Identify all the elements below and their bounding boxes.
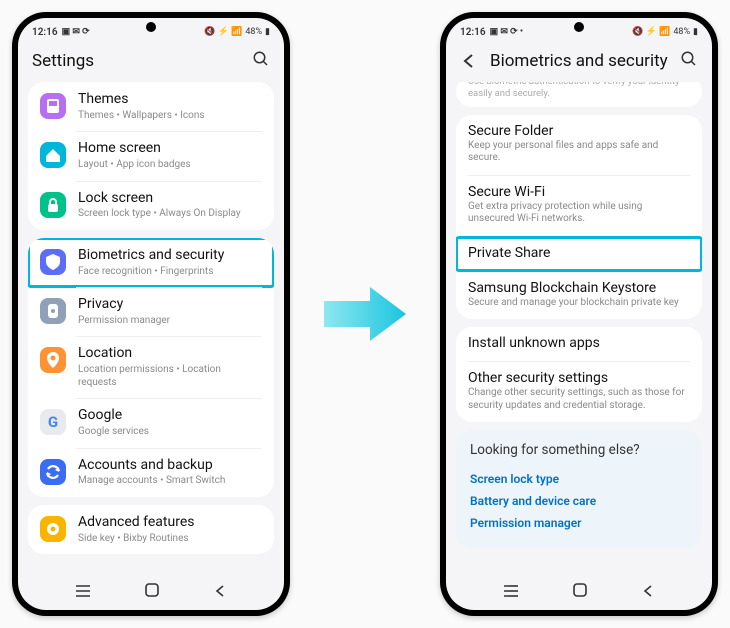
svg-text:G: G	[48, 413, 58, 431]
row-title: Biometrics and security	[78, 247, 262, 264]
header: Biometrics and security	[446, 44, 712, 82]
status-battery: 48%	[245, 27, 262, 37]
settings-row-lock-screen[interactable]: Lock screenScreen lock type • Always On …	[28, 181, 274, 230]
partial-desc: Use biometric authentication to verify y…	[456, 82, 702, 107]
google-icon: G	[40, 409, 66, 435]
row-sub: Side key • Bixby Routines	[78, 533, 262, 546]
page-title: Biometrics and security	[490, 51, 668, 71]
row-title: Advanced features	[78, 514, 262, 531]
status-icons-left: ▣ ✉ ⟳	[62, 27, 90, 37]
sync-icon	[40, 459, 66, 485]
row-title: Google	[78, 407, 262, 424]
screen-biometrics: 12:16 ▣ ✉ ⟳ • 🔇 ⚡ 📶 48% ▮ Biometrics and…	[446, 18, 712, 610]
security-row-other-security-settings[interactable]: Other security settingsChange other secu…	[456, 362, 702, 422]
looking-for-card: Looking for something else? Screen lock …	[456, 430, 702, 548]
settings-row-google[interactable]: G Google Google services	[28, 398, 274, 447]
gear-icon	[40, 516, 66, 542]
row-title: Accounts and backup	[78, 457, 262, 474]
back-icon[interactable]	[460, 52, 478, 70]
settings-row-location[interactable]: Location Location permissions • Location …	[28, 336, 274, 398]
phone-right: 12:16 ▣ ✉ ⟳ • 🔇 ⚡ 📶 48% ▮ Biometrics and…	[440, 12, 718, 616]
row-sub: Change other security settings, such as …	[456, 386, 702, 422]
nav-home[interactable]	[144, 582, 160, 602]
row-sub: Secure and manage your blockchain privat…	[456, 296, 702, 320]
status-icons-right: 🔇 ⚡ 📶	[204, 27, 242, 37]
row-sub: Screen lock type • Always On Display	[78, 208, 262, 221]
looking-link-screen-lock-type[interactable]: Screen lock type	[470, 468, 688, 490]
row-title: Secure Wi-Fi	[456, 176, 702, 200]
security-list[interactable]: Use biometric authentication to verify y…	[446, 82, 712, 576]
row-sub: Manage accounts • Smart Switch	[78, 475, 262, 488]
transition-arrow	[320, 279, 410, 349]
looking-link-permission-manager[interactable]: Permission manager	[470, 512, 688, 534]
status-time: 12:16	[460, 27, 486, 38]
settings-row-biometrics-and-security[interactable]: Biometrics and security Face recognition …	[28, 238, 274, 287]
security-row-install-unknown-apps[interactable]: Install unknown apps	[456, 327, 702, 361]
row-sub: Permission manager	[78, 315, 262, 328]
security-row-secure-wi-fi[interactable]: Secure Wi-FiGet extra privacy protection…	[456, 176, 702, 236]
status-icons-left: ▣ ✉ ⟳ •	[490, 27, 524, 37]
nav-back[interactable]	[213, 583, 227, 602]
nav-recents[interactable]	[75, 583, 91, 602]
row-title: Home screen	[78, 140, 262, 157]
settings-row-advanced-features[interactable]: Advanced features Side key • Bixby Routin…	[28, 505, 274, 554]
front-camera	[146, 22, 156, 32]
row-sub: Themes • Wallpapers • Icons	[78, 110, 262, 123]
shield-icon	[40, 249, 66, 275]
card-partial: Use biometric authentication to verify y…	[456, 82, 702, 107]
row-title: Privacy	[78, 296, 262, 313]
header: Settings	[18, 44, 284, 82]
row-title: Location	[78, 345, 262, 362]
phone-left: 12:16 ▣ ✉ ⟳ 🔇 ⚡ 📶 48% ▮ Settings ThemesT…	[12, 12, 290, 616]
search-icon[interactable]	[680, 50, 698, 72]
status-time: 12:16	[32, 27, 58, 38]
battery-icon: ▮	[265, 27, 270, 37]
security-row-secure-folder[interactable]: Secure FolderKeep your personal files an…	[456, 115, 702, 175]
themes-icon	[40, 93, 66, 119]
row-title: Private Share	[456, 237, 702, 261]
row-title: Samsung Blockchain Keystore	[456, 272, 702, 296]
nav-home[interactable]	[572, 582, 588, 602]
row-title: Secure Folder	[456, 115, 702, 139]
row-sub: Google services	[78, 426, 262, 439]
settings-row-accounts-and-backup[interactable]: Accounts and backupManage accounts • Sma…	[28, 448, 274, 497]
screen-settings: 12:16 ▣ ✉ ⟳ 🔇 ⚡ 📶 48% ▮ Settings ThemesT…	[18, 18, 284, 610]
row-sub: Keep your personal files and apps safe a…	[456, 139, 702, 175]
row-title: Install unknown apps	[456, 327, 702, 351]
battery-icon: ▮	[693, 27, 698, 37]
privacy-icon	[40, 298, 66, 324]
row-sub: Face recognition • Fingerprints	[78, 266, 262, 279]
looking-link-battery-and-device-care[interactable]: Battery and device care	[470, 490, 688, 512]
settings-list[interactable]: Themes Themes • Wallpapers • Icons Home sc…	[18, 82, 284, 576]
lock-icon	[40, 192, 66, 218]
row-title: Lock screen	[78, 190, 262, 207]
row-sub: Layout • App icon badges	[78, 159, 262, 172]
row-sub: Location permissions • Location requests	[78, 364, 262, 389]
location-icon	[40, 347, 66, 373]
security-row-private-share[interactable]: Private Share	[456, 237, 702, 271]
row-sub: Get extra privacy protection while using…	[456, 200, 702, 236]
search-icon[interactable]	[252, 50, 270, 72]
nav-recents[interactable]	[503, 583, 519, 602]
status-battery: 48%	[673, 27, 690, 37]
row-title: Other security settings	[456, 362, 702, 386]
row-title: Themes	[78, 91, 262, 108]
home-icon	[40, 142, 66, 168]
settings-row-themes[interactable]: Themes Themes • Wallpapers • Icons	[28, 82, 274, 131]
looking-title: Looking for something else?	[470, 442, 688, 458]
nav-bar	[18, 576, 284, 610]
settings-row-privacy[interactable]: Privacy Permission manager	[28, 287, 274, 336]
front-camera	[574, 22, 584, 32]
nav-back[interactable]	[641, 583, 655, 602]
page-title: Settings	[32, 51, 240, 71]
status-icons-right: 🔇 ⚡ 📶	[632, 27, 670, 37]
security-row-samsung-blockchain-keystore[interactable]: Samsung Blockchain KeystoreSecure and ma…	[456, 272, 702, 320]
settings-row-home-screen[interactable]: Home screen Layout • App icon badges	[28, 131, 274, 180]
nav-bar	[446, 576, 712, 610]
